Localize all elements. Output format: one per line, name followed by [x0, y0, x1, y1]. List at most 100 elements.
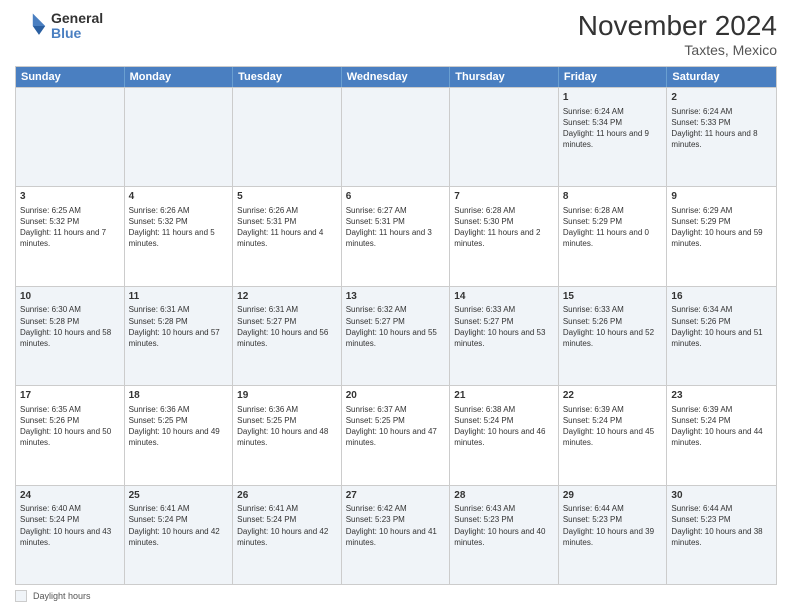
cal-cell: 22Sunrise: 6:39 AM Sunset: 5:24 PM Dayli…: [559, 386, 668, 484]
day-info: Sunrise: 6:29 AM Sunset: 5:29 PM Dayligh…: [671, 205, 772, 250]
day-number: 17: [20, 389, 120, 403]
cal-cell: 23Sunrise: 6:39 AM Sunset: 5:24 PM Dayli…: [667, 386, 776, 484]
day-info: Sunrise: 6:35 AM Sunset: 5:26 PM Dayligh…: [20, 404, 120, 449]
cal-cell: 19Sunrise: 6:36 AM Sunset: 5:25 PM Dayli…: [233, 386, 342, 484]
day-number: 25: [129, 489, 229, 503]
logo-text: General Blue: [51, 11, 103, 42]
cal-cell: [450, 88, 559, 186]
legend: Daylight hours: [15, 590, 777, 602]
logo: General Blue: [15, 10, 103, 42]
legend-box: [15, 590, 27, 602]
day-number: 30: [671, 489, 772, 503]
logo-blue: Blue: [51, 26, 103, 41]
day-number: 18: [129, 389, 229, 403]
day-number: 14: [454, 290, 554, 304]
cal-cell: 3Sunrise: 6:25 AM Sunset: 5:32 PM Daylig…: [16, 187, 125, 285]
day-number: 1: [563, 91, 663, 105]
logo-general: General: [51, 11, 103, 26]
day-info: Sunrise: 6:34 AM Sunset: 5:26 PM Dayligh…: [671, 304, 772, 349]
legend-label: Daylight hours: [33, 591, 91, 601]
day-info: Sunrise: 6:36 AM Sunset: 5:25 PM Dayligh…: [129, 404, 229, 449]
cal-header-sunday: Sunday: [16, 67, 125, 87]
cal-cell: 2Sunrise: 6:24 AM Sunset: 5:33 PM Daylig…: [667, 88, 776, 186]
day-number: 24: [20, 489, 120, 503]
day-number: 26: [237, 489, 337, 503]
logo-icon: [15, 10, 47, 42]
cal-cell: 12Sunrise: 6:31 AM Sunset: 5:27 PM Dayli…: [233, 287, 342, 385]
day-number: 16: [671, 290, 772, 304]
cal-cell: 6Sunrise: 6:27 AM Sunset: 5:31 PM Daylig…: [342, 187, 451, 285]
cal-week-0: 1Sunrise: 6:24 AM Sunset: 5:34 PM Daylig…: [16, 87, 776, 186]
page-title: November 2024: [578, 10, 777, 42]
day-number: 7: [454, 190, 554, 204]
day-info: Sunrise: 6:40 AM Sunset: 5:24 PM Dayligh…: [20, 503, 120, 548]
day-info: Sunrise: 6:27 AM Sunset: 5:31 PM Dayligh…: [346, 205, 446, 250]
cal-cell: 24Sunrise: 6:40 AM Sunset: 5:24 PM Dayli…: [16, 486, 125, 584]
header: General Blue November 2024 Taxtes, Mexic…: [15, 10, 777, 58]
day-info: Sunrise: 6:31 AM Sunset: 5:27 PM Dayligh…: [237, 304, 337, 349]
cal-cell: 14Sunrise: 6:33 AM Sunset: 5:27 PM Dayli…: [450, 287, 559, 385]
cal-cell: 8Sunrise: 6:28 AM Sunset: 5:29 PM Daylig…: [559, 187, 668, 285]
day-info: Sunrise: 6:33 AM Sunset: 5:26 PM Dayligh…: [563, 304, 663, 349]
cal-header-wednesday: Wednesday: [342, 67, 451, 87]
cal-cell: 11Sunrise: 6:31 AM Sunset: 5:28 PM Dayli…: [125, 287, 234, 385]
day-number: 8: [563, 190, 663, 204]
cal-cell: [233, 88, 342, 186]
cal-cell: 9Sunrise: 6:29 AM Sunset: 5:29 PM Daylig…: [667, 187, 776, 285]
day-number: 5: [237, 190, 337, 204]
day-info: Sunrise: 6:26 AM Sunset: 5:31 PM Dayligh…: [237, 205, 337, 250]
cal-cell: 28Sunrise: 6:43 AM Sunset: 5:23 PM Dayli…: [450, 486, 559, 584]
day-info: Sunrise: 6:28 AM Sunset: 5:30 PM Dayligh…: [454, 205, 554, 250]
day-info: Sunrise: 6:26 AM Sunset: 5:32 PM Dayligh…: [129, 205, 229, 250]
cal-header-monday: Monday: [125, 67, 234, 87]
day-number: 9: [671, 190, 772, 204]
cal-header-tuesday: Tuesday: [233, 67, 342, 87]
day-number: 21: [454, 389, 554, 403]
cal-cell: [125, 88, 234, 186]
cal-cell: 20Sunrise: 6:37 AM Sunset: 5:25 PM Dayli…: [342, 386, 451, 484]
cal-cell: 4Sunrise: 6:26 AM Sunset: 5:32 PM Daylig…: [125, 187, 234, 285]
day-info: Sunrise: 6:44 AM Sunset: 5:23 PM Dayligh…: [563, 503, 663, 548]
day-info: Sunrise: 6:41 AM Sunset: 5:24 PM Dayligh…: [129, 503, 229, 548]
cal-week-4: 24Sunrise: 6:40 AM Sunset: 5:24 PM Dayli…: [16, 485, 776, 584]
cal-cell: 30Sunrise: 6:44 AM Sunset: 5:23 PM Dayli…: [667, 486, 776, 584]
page: General Blue November 2024 Taxtes, Mexic…: [0, 0, 792, 612]
day-info: Sunrise: 6:32 AM Sunset: 5:27 PM Dayligh…: [346, 304, 446, 349]
calendar: SundayMondayTuesdayWednesdayThursdayFrid…: [15, 66, 777, 585]
day-info: Sunrise: 6:42 AM Sunset: 5:23 PM Dayligh…: [346, 503, 446, 548]
cal-week-3: 17Sunrise: 6:35 AM Sunset: 5:26 PM Dayli…: [16, 385, 776, 484]
day-number: 6: [346, 190, 446, 204]
day-info: Sunrise: 6:38 AM Sunset: 5:24 PM Dayligh…: [454, 404, 554, 449]
cal-cell: 17Sunrise: 6:35 AM Sunset: 5:26 PM Dayli…: [16, 386, 125, 484]
day-info: Sunrise: 6:43 AM Sunset: 5:23 PM Dayligh…: [454, 503, 554, 548]
day-info: Sunrise: 6:37 AM Sunset: 5:25 PM Dayligh…: [346, 404, 446, 449]
cal-week-2: 10Sunrise: 6:30 AM Sunset: 5:28 PM Dayli…: [16, 286, 776, 385]
day-number: 10: [20, 290, 120, 304]
cal-cell: 5Sunrise: 6:26 AM Sunset: 5:31 PM Daylig…: [233, 187, 342, 285]
cal-cell: 25Sunrise: 6:41 AM Sunset: 5:24 PM Dayli…: [125, 486, 234, 584]
day-number: 15: [563, 290, 663, 304]
day-info: Sunrise: 6:30 AM Sunset: 5:28 PM Dayligh…: [20, 304, 120, 349]
day-number: 28: [454, 489, 554, 503]
day-info: Sunrise: 6:36 AM Sunset: 5:25 PM Dayligh…: [237, 404, 337, 449]
day-number: 3: [20, 190, 120, 204]
calendar-body: 1Sunrise: 6:24 AM Sunset: 5:34 PM Daylig…: [16, 87, 776, 584]
day-number: 27: [346, 489, 446, 503]
cal-cell: 21Sunrise: 6:38 AM Sunset: 5:24 PM Dayli…: [450, 386, 559, 484]
day-info: Sunrise: 6:25 AM Sunset: 5:32 PM Dayligh…: [20, 205, 120, 250]
cal-header-saturday: Saturday: [667, 67, 776, 87]
day-info: Sunrise: 6:41 AM Sunset: 5:24 PM Dayligh…: [237, 503, 337, 548]
day-info: Sunrise: 6:39 AM Sunset: 5:24 PM Dayligh…: [563, 404, 663, 449]
day-info: Sunrise: 6:33 AM Sunset: 5:27 PM Dayligh…: [454, 304, 554, 349]
day-info: Sunrise: 6:31 AM Sunset: 5:28 PM Dayligh…: [129, 304, 229, 349]
day-number: 23: [671, 389, 772, 403]
cal-cell: 1Sunrise: 6:24 AM Sunset: 5:34 PM Daylig…: [559, 88, 668, 186]
day-number: 29: [563, 489, 663, 503]
calendar-header: SundayMondayTuesdayWednesdayThursdayFrid…: [16, 67, 776, 87]
cal-cell: 18Sunrise: 6:36 AM Sunset: 5:25 PM Dayli…: [125, 386, 234, 484]
day-number: 20: [346, 389, 446, 403]
cal-cell: 7Sunrise: 6:28 AM Sunset: 5:30 PM Daylig…: [450, 187, 559, 285]
cal-cell: 10Sunrise: 6:30 AM Sunset: 5:28 PM Dayli…: [16, 287, 125, 385]
day-info: Sunrise: 6:24 AM Sunset: 5:34 PM Dayligh…: [563, 106, 663, 151]
day-number: 12: [237, 290, 337, 304]
